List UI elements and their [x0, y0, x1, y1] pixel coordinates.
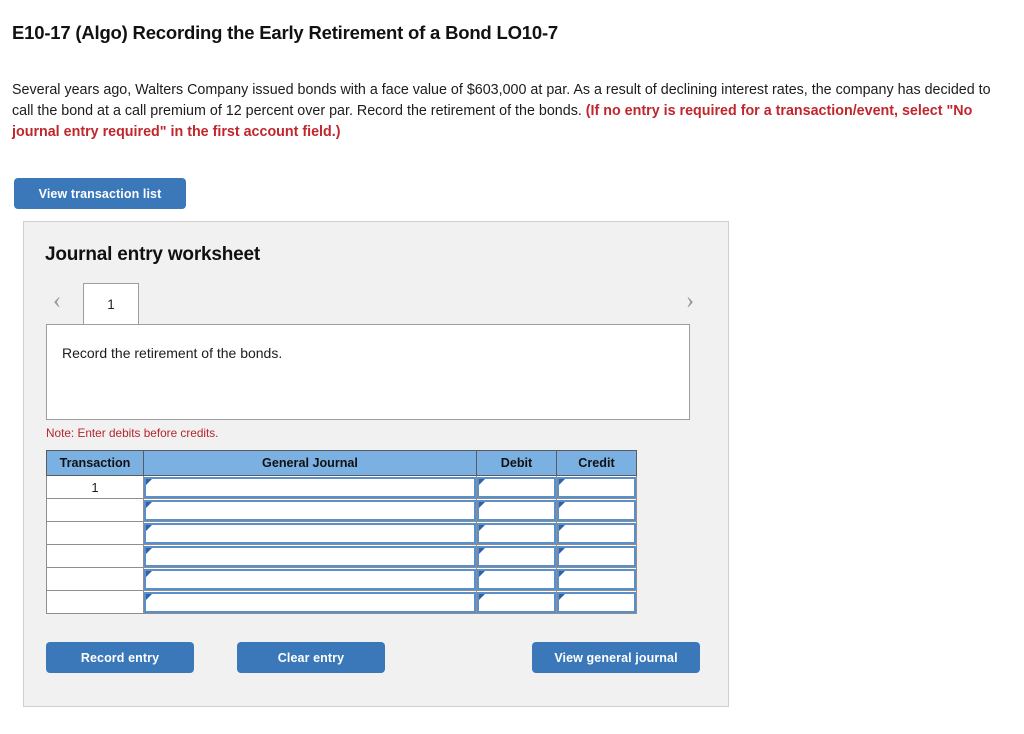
- table-row: [46, 590, 637, 614]
- credit-cell[interactable]: [556, 590, 637, 614]
- credit-input-field[interactable]: [557, 591, 636, 613]
- debit-cell[interactable]: [476, 544, 557, 568]
- credit-input-field[interactable]: [557, 568, 636, 590]
- table-header-row: Transaction General Journal Debit Credit: [46, 450, 637, 476]
- debit-input-field[interactable]: [477, 476, 556, 498]
- general-journal-cell[interactable]: [143, 544, 477, 568]
- account-select-field[interactable]: [144, 545, 476, 567]
- journal-entry-worksheet-panel: Journal entry worksheet ‹ 1 › Record the…: [23, 221, 729, 707]
- debit-cell[interactable]: [476, 567, 557, 591]
- credit-input-field[interactable]: [557, 476, 636, 498]
- question-body: Several years ago, Walters Company issue…: [12, 80, 992, 143]
- transaction-number-cell: [46, 498, 144, 522]
- entry-description-text: Record the retirement of the bonds.: [62, 345, 283, 361]
- general-journal-cell[interactable]: [143, 475, 477, 499]
- account-select-field[interactable]: [144, 499, 476, 521]
- view-general-journal-button[interactable]: View general journal: [532, 642, 700, 673]
- question-page: E10-17 (Algo) Recording the Early Retire…: [0, 0, 1024, 734]
- debit-input-field[interactable]: [477, 568, 556, 590]
- table-row: [46, 567, 637, 591]
- credit-input-field[interactable]: [557, 522, 636, 544]
- debit-cell[interactable]: [476, 590, 557, 614]
- general-journal-cell[interactable]: [143, 590, 477, 614]
- debit-cell[interactable]: [476, 521, 557, 545]
- account-select-field[interactable]: [144, 476, 476, 498]
- debit-input-field[interactable]: [477, 499, 556, 521]
- general-journal-cell[interactable]: [143, 498, 477, 522]
- column-header-debit: Debit: [476, 450, 557, 476]
- account-select-field[interactable]: [144, 522, 476, 544]
- credit-input-field[interactable]: [557, 499, 636, 521]
- table-row: [46, 544, 637, 568]
- table-row: [46, 498, 637, 522]
- credit-cell[interactable]: [556, 498, 637, 522]
- column-header-general-journal: General Journal: [143, 450, 477, 476]
- general-journal-cell[interactable]: [143, 521, 477, 545]
- transaction-number-cell: [46, 590, 144, 614]
- debits-before-credits-note: Note: Enter debits before credits.: [46, 426, 219, 440]
- page-title: E10-17 (Algo) Recording the Early Retire…: [12, 22, 558, 43]
- table-row: [46, 521, 637, 545]
- record-entry-button[interactable]: Record entry: [46, 642, 194, 673]
- transaction-number-cell: [46, 544, 144, 568]
- credit-cell[interactable]: [556, 567, 637, 591]
- clear-entry-button[interactable]: Clear entry: [237, 642, 385, 673]
- general-journal-cell[interactable]: [143, 567, 477, 591]
- worksheet-pager: ‹ 1 ›: [24, 280, 730, 324]
- credit-input-field[interactable]: [557, 545, 636, 567]
- credit-cell[interactable]: [556, 521, 637, 545]
- view-transaction-list-button[interactable]: View transaction list: [14, 178, 186, 209]
- credit-cell[interactable]: [556, 475, 637, 499]
- chevron-right-icon[interactable]: ›: [677, 288, 703, 316]
- transaction-number-cell: [46, 567, 144, 591]
- debit-input-field[interactable]: [477, 545, 556, 567]
- debit-cell[interactable]: [476, 498, 557, 522]
- column-header-transaction: Transaction: [46, 450, 144, 476]
- transaction-number-cell: 1: [46, 475, 144, 499]
- account-select-field[interactable]: [144, 568, 476, 590]
- entry-description-box: Record the retirement of the bonds.: [46, 324, 690, 420]
- credit-cell[interactable]: [556, 544, 637, 568]
- chevron-left-icon[interactable]: ‹: [44, 288, 70, 316]
- worksheet-title: Journal entry worksheet: [45, 244, 261, 265]
- debit-cell[interactable]: [476, 475, 557, 499]
- account-select-field[interactable]: [144, 591, 476, 613]
- table-row: 1: [46, 475, 637, 499]
- column-header-credit: Credit: [556, 450, 637, 476]
- journal-entry-table: Transaction General Journal Debit Credit…: [46, 450, 637, 614]
- transaction-number-cell: [46, 521, 144, 545]
- debit-input-field[interactable]: [477, 591, 556, 613]
- debit-input-field[interactable]: [477, 522, 556, 544]
- worksheet-tab-1[interactable]: 1: [83, 283, 139, 324]
